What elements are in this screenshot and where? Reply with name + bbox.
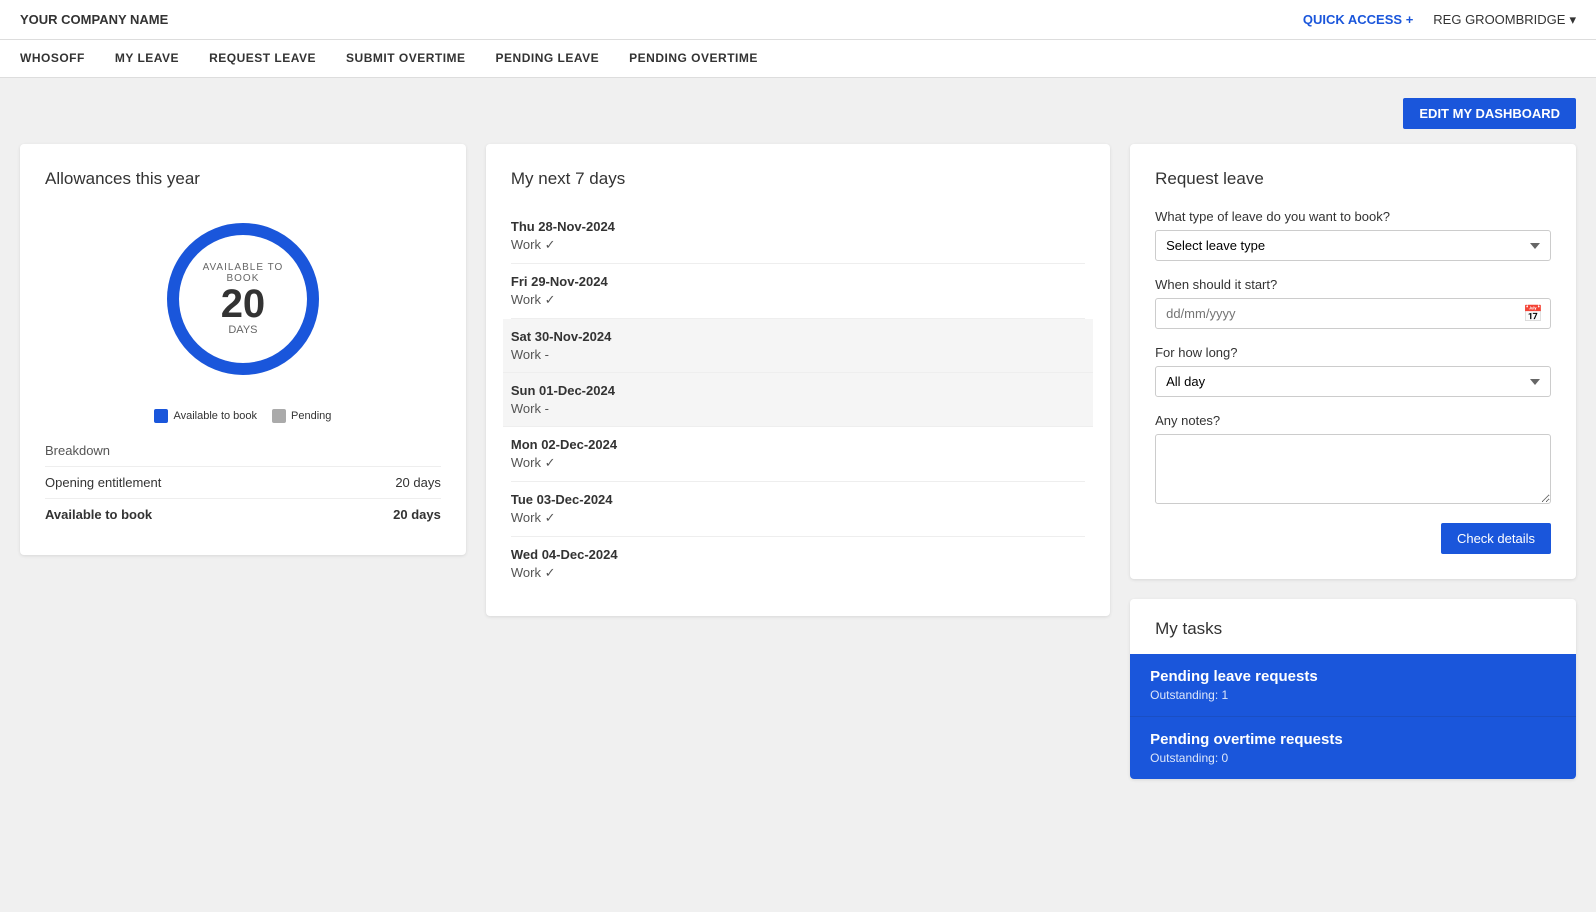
dashboard-grid: Allowances this year AVAILABLE TO BOOK 2… [20, 144, 1576, 779]
legend-available-dot [154, 409, 168, 423]
legend-pending: Pending [272, 409, 331, 423]
duration-group: For how long? All day [1155, 345, 1551, 397]
quick-access-button[interactable]: QUICK ACCESS + [1303, 12, 1413, 27]
day-work: Work ✓ [511, 292, 1085, 308]
day-item: Wed 04-Dec-2024 Work ✓ [511, 537, 1085, 591]
day-item: Fri 29-Nov-2024 Work ✓ [511, 264, 1085, 319]
start-date-wrapper: 📅 [1155, 298, 1551, 329]
day-item: Sat 30-Nov-2024 Work - [503, 319, 1093, 373]
day-work: Work - [511, 401, 1085, 416]
day-item: Tue 03-Dec-2024 Work ✓ [511, 482, 1085, 537]
days-list: Thu 28-Nov-2024 Work ✓ Fri 29-Nov-2024 W… [511, 209, 1085, 591]
leave-type-label: What type of leave do you want to book? [1155, 209, 1551, 224]
tasks-title: My tasks [1130, 599, 1576, 654]
check-details-button[interactable]: Check details [1441, 523, 1551, 554]
notes-label: Any notes? [1155, 413, 1551, 428]
leave-type-group: What type of leave do you want to book? … [1155, 209, 1551, 261]
donut-days-label: DAYS [198, 324, 288, 336]
day-work: Work ✓ [511, 455, 1085, 471]
breakdown-opening-label: Opening entitlement [45, 475, 161, 490]
notes-group: Any notes? [1155, 413, 1551, 507]
quick-access-label: QUICK ACCESS [1303, 12, 1402, 27]
top-header: YOUR COMPANY NAME QUICK ACCESS + REG GRO… [0, 0, 1596, 40]
day-date: Mon 02-Dec-2024 [511, 437, 1085, 452]
allowances-title: Allowances this year [45, 169, 441, 189]
chevron-down-icon: ▾ [1569, 12, 1576, 28]
user-menu[interactable]: REG GROOMBRIDGE ▾ [1433, 12, 1576, 28]
next7days-card: My next 7 days Thu 28-Nov-2024 Work ✓ Fr… [486, 144, 1110, 616]
day-item: Thu 28-Nov-2024 Work ✓ [511, 209, 1085, 264]
nav-item-pending-leave[interactable]: PENDING LEAVE [496, 41, 600, 77]
nav-item-my-leave[interactable]: MY LEAVE [115, 41, 179, 77]
task-title: Pending overtime requests [1150, 731, 1556, 748]
day-date: Wed 04-Dec-2024 [511, 547, 1085, 562]
donut-chart: AVAILABLE TO BOOK 20 DAYS [153, 209, 333, 389]
day-date: Fri 29-Nov-2024 [511, 274, 1085, 289]
calendar-icon: 📅 [1523, 304, 1543, 324]
donut-container: AVAILABLE TO BOOK 20 DAYS [45, 209, 441, 389]
day-work: Work ✓ [511, 510, 1085, 526]
nav-item-whosoff[interactable]: WHOSOFF [20, 41, 85, 77]
donut-center: AVAILABLE TO BOOK 20 DAYS [198, 262, 288, 336]
day-date: Thu 28-Nov-2024 [511, 219, 1085, 234]
day-date: Sat 30-Nov-2024 [511, 329, 1085, 344]
notes-textarea[interactable] [1155, 434, 1551, 504]
legend: Available to book Pending [45, 409, 441, 423]
day-item: Mon 02-Dec-2024 Work ✓ [511, 427, 1085, 482]
nav-item-request-leave[interactable]: REQUEST LEAVE [209, 41, 316, 77]
duration-select[interactable]: All day [1155, 366, 1551, 397]
legend-pending-label: Pending [291, 410, 331, 422]
task-title: Pending leave requests [1150, 668, 1556, 685]
day-work: Work ✓ [511, 237, 1085, 253]
main-content: EDIT MY DASHBOARD Allowances this year A… [0, 78, 1596, 799]
next7days-title: My next 7 days [511, 169, 1085, 189]
nav-item-pending-overtime[interactable]: PENDING OVERTIME [629, 41, 758, 77]
allowances-card: Allowances this year AVAILABLE TO BOOK 2… [20, 144, 466, 555]
task-subtitle: Outstanding: 0 [1150, 751, 1556, 765]
edit-dashboard-row: EDIT MY DASHBOARD [20, 98, 1576, 129]
day-date: Sun 01-Dec-2024 [511, 383, 1085, 398]
donut-number: 20 [198, 284, 288, 324]
user-name-label: REG GROOMBRIDGE [1433, 12, 1565, 27]
day-date: Tue 03-Dec-2024 [511, 492, 1085, 507]
leave-type-select[interactable]: Select leave type [1155, 230, 1551, 261]
task-item[interactable]: Pending leave requests Outstanding: 1 [1130, 654, 1576, 717]
task-item[interactable]: Pending overtime requests Outstanding: 0 [1130, 717, 1576, 779]
tasks-card: My tasks Pending leave requests Outstand… [1130, 599, 1576, 779]
main-nav: WHOSOFF MY LEAVE REQUEST LEAVE SUBMIT OV… [0, 40, 1596, 78]
company-name: YOUR COMPANY NAME [20, 12, 168, 27]
legend-pending-dot [272, 409, 286, 423]
request-leave-card: Request leave What type of leave do you … [1130, 144, 1576, 579]
task-subtitle: Outstanding: 1 [1150, 688, 1556, 702]
nav-item-submit-overtime[interactable]: SUBMIT OVERTIME [346, 41, 466, 77]
day-work: Work - [511, 347, 1085, 362]
breakdown-row-available: Available to book 20 days [45, 498, 441, 530]
breakdown-row-opening: Opening entitlement 20 days [45, 466, 441, 498]
day-item: Sun 01-Dec-2024 Work - [503, 373, 1093, 427]
top-header-right: QUICK ACCESS + REG GROOMBRIDGE ▾ [1303, 12, 1576, 28]
start-date-group: When should it start? 📅 [1155, 277, 1551, 329]
legend-available-label: Available to book [173, 410, 257, 422]
quick-access-icon: + [1406, 12, 1414, 27]
donut-available-label: AVAILABLE TO BOOK [198, 262, 288, 284]
breakdown-available-label: Available to book [45, 507, 152, 522]
start-date-label: When should it start? [1155, 277, 1551, 292]
day-work: Work ✓ [511, 565, 1085, 581]
breakdown-available-value: 20 days [393, 507, 441, 522]
start-date-input[interactable] [1155, 298, 1551, 329]
check-details-row: Check details [1155, 523, 1551, 554]
breakdown-title: Breakdown [45, 443, 441, 458]
duration-label: For how long? [1155, 345, 1551, 360]
edit-dashboard-button[interactable]: EDIT MY DASHBOARD [1403, 98, 1576, 129]
breakdown-opening-value: 20 days [395, 475, 441, 490]
request-leave-title: Request leave [1155, 169, 1551, 189]
legend-available: Available to book [154, 409, 257, 423]
right-column: Request leave What type of leave do you … [1130, 144, 1576, 779]
tasks-list: Pending leave requests Outstanding: 1 Pe… [1130, 654, 1576, 779]
